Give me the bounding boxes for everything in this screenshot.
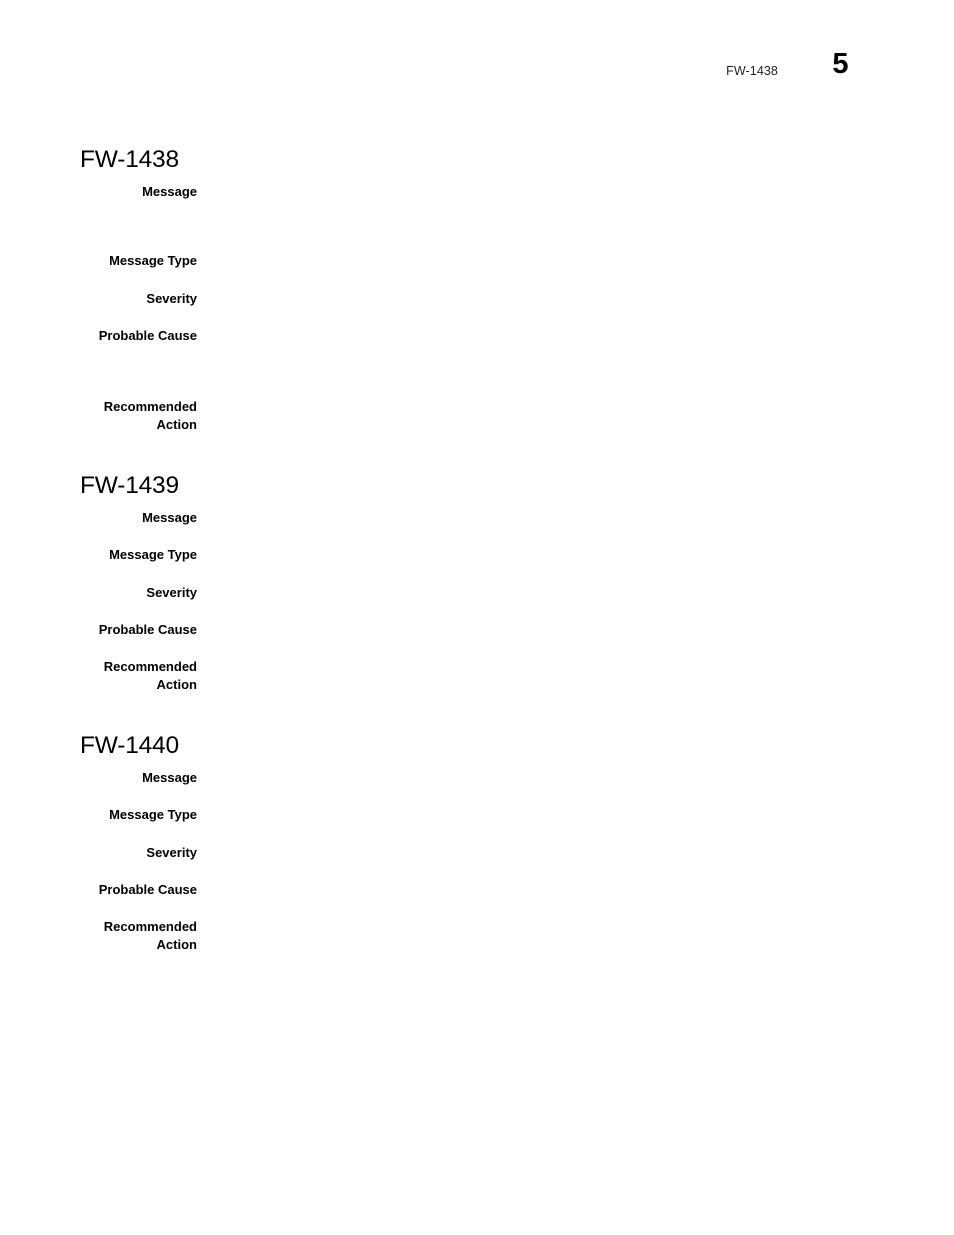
field-row: Severity [80, 584, 880, 602]
running-head-message-id: FW-1438 [726, 64, 778, 78]
field-row: Severity [80, 290, 880, 308]
field-value [197, 769, 880, 787]
field-label: Message Type [109, 807, 197, 822]
field-value [197, 398, 880, 434]
field-label: Message Type [109, 253, 197, 268]
field-label: Severity [146, 585, 197, 600]
field-label: Message [142, 770, 197, 785]
field-value [197, 806, 880, 824]
field-row: Message Type [80, 546, 880, 564]
field-row: Recommended Action [80, 658, 880, 694]
field-value [197, 327, 880, 345]
document-page: FW-1438 5 FW-1438 Message Message Type Seve… [0, 0, 954, 1235]
section-heading: FW-1439 [80, 472, 179, 499]
field-label: Severity [146, 845, 197, 860]
field-label: Recommended Action [103, 399, 197, 432]
field-value [197, 584, 880, 602]
field-label: Probable Cause [98, 622, 197, 637]
field-value [197, 290, 880, 308]
field-label: Probable Cause [98, 328, 197, 343]
section-heading: FW-1438 [80, 146, 179, 173]
field-label: Recommended Action [103, 659, 197, 692]
field-value [197, 183, 880, 201]
field-row: Message [80, 769, 880, 787]
field-value [197, 621, 880, 639]
field-value [197, 918, 880, 954]
field-row: Message [80, 509, 880, 527]
field-label: Severity [146, 291, 197, 306]
field-row: Recommended Action [80, 918, 880, 954]
field-label: Recommended Action [103, 919, 197, 952]
field-row: Probable Cause [80, 881, 880, 899]
field-label: Message [142, 510, 197, 525]
field-value [197, 881, 880, 899]
field-label: Probable Cause [98, 882, 197, 897]
page-number: 5 [832, 48, 848, 80]
field-value [197, 844, 880, 862]
field-row: Message [80, 183, 880, 201]
page-running-header: FW-1438 5 [0, 50, 890, 84]
field-value [197, 252, 880, 270]
field-value [197, 509, 880, 527]
field-row: Message Type [80, 806, 880, 824]
field-label: Message Type [109, 547, 197, 562]
field-row: Severity [80, 844, 880, 862]
field-value [197, 546, 880, 564]
section-heading: FW-1440 [80, 732, 179, 759]
field-value [197, 658, 880, 694]
field-row: Probable Cause [80, 621, 880, 639]
field-row: Probable Cause [80, 327, 880, 345]
field-row: Message Type [80, 252, 880, 270]
field-label: Message [142, 184, 197, 199]
field-row: Recommended Action [80, 398, 880, 434]
